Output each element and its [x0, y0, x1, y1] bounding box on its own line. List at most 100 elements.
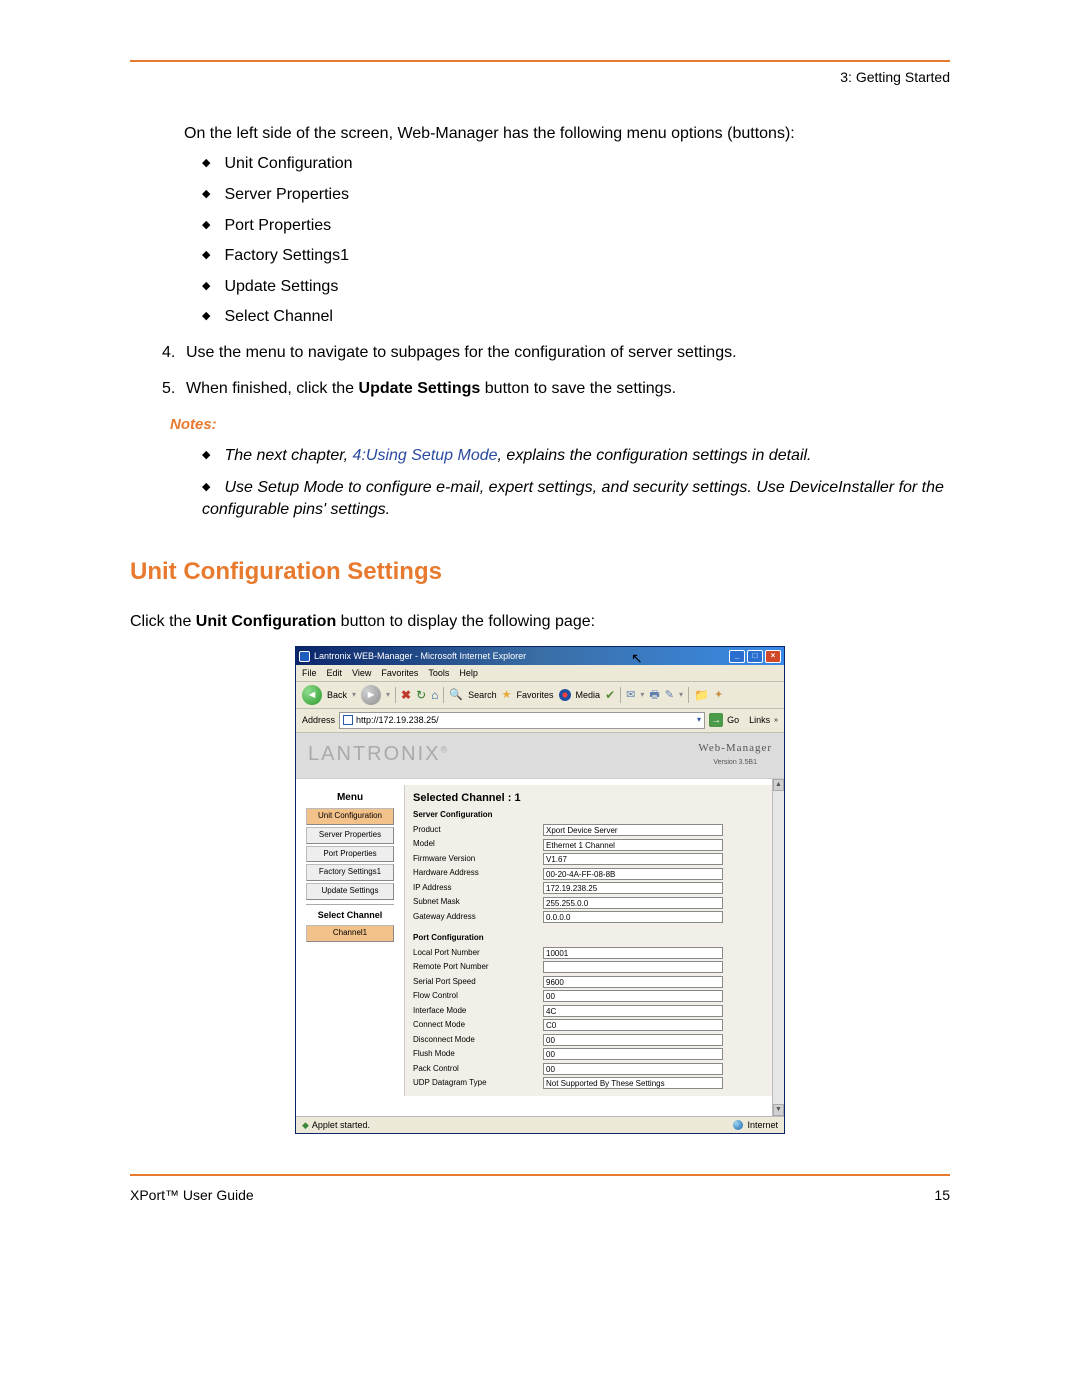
- field-value[interactable]: 9600: [543, 976, 723, 988]
- field-value[interactable]: [543, 961, 723, 973]
- field-row: Firmware VersionV1.67: [413, 853, 770, 865]
- scroll-down-button[interactable]: ▼: [773, 1104, 784, 1116]
- menu-bullet-list: Unit Configuration Server Properties Por…: [130, 153, 950, 328]
- field-value[interactable]: 255.255.0.0: [543, 897, 723, 909]
- field-value[interactable]: 10001: [543, 947, 723, 959]
- field-value[interactable]: 00: [543, 990, 723, 1002]
- field-row: Flow Control00: [413, 990, 770, 1002]
- field-label: Serial Port Speed: [413, 977, 543, 988]
- links-label: Links: [749, 714, 770, 726]
- refresh-icon[interactable]: ↻: [416, 687, 426, 703]
- menu-help[interactable]: Help: [459, 667, 478, 679]
- field-value[interactable]: 4C: [543, 1005, 723, 1017]
- mail-icon[interactable]: ✉: [626, 688, 635, 703]
- note-item: Use Setup Mode to configure e-mail, expe…: [202, 477, 950, 520]
- port-config-title: Port Configuration: [413, 933, 770, 944]
- field-label: Model: [413, 839, 543, 850]
- media-icon[interactable]: [559, 689, 571, 701]
- address-label: Address: [302, 714, 335, 726]
- history-icon[interactable]: ✔: [605, 687, 615, 703]
- field-value[interactable]: 00: [543, 1063, 723, 1075]
- menu-file[interactable]: File: [302, 667, 317, 679]
- edit-icon[interactable]: ✎: [665, 688, 674, 703]
- field-row: Gateway Address0.0.0.0: [413, 911, 770, 923]
- bullet-item: Unit Configuration: [202, 153, 950, 175]
- menu-port-properties[interactable]: Port Properties: [306, 846, 394, 863]
- click-instruction: Click the Unit Configuration button to d…: [130, 611, 950, 633]
- menu-channel1[interactable]: Channel1: [306, 925, 394, 942]
- forward-button[interactable]: ►: [361, 685, 381, 705]
- field-value[interactable]: Ethernet 1 Channel: [543, 839, 723, 851]
- footer-page-number: 15: [934, 1186, 950, 1205]
- menu-server-properties[interactable]: Server Properties: [306, 827, 394, 844]
- close-button[interactable]: ×: [765, 650, 781, 663]
- note-item: The next chapter, 4:Using Setup Mode, ex…: [202, 445, 950, 467]
- search-icon[interactable]: 🔍: [449, 688, 463, 703]
- notes-heading: Notes:: [170, 415, 950, 435]
- home-icon[interactable]: ⌂: [431, 687, 438, 703]
- bullet-item: Update Settings: [202, 276, 950, 298]
- field-value[interactable]: Not Supported By These Settings: [543, 1077, 723, 1089]
- field-row: Subnet Mask255.255.0.0: [413, 897, 770, 909]
- menu-factory-settings[interactable]: Factory Settings1: [306, 864, 394, 881]
- field-row: Remote Port Number: [413, 961, 770, 973]
- folder-icon[interactable]: 📁: [694, 687, 709, 703]
- menu-unit-configuration[interactable]: Unit Configuration: [306, 808, 394, 825]
- field-label: Hardware Address: [413, 868, 543, 879]
- stop-icon[interactable]: ✖: [401, 687, 411, 703]
- field-value[interactable]: C0: [543, 1019, 723, 1031]
- selected-channel-heading: Selected Channel : 1: [413, 791, 770, 806]
- chapter-label: 3: Getting Started: [130, 68, 950, 87]
- field-value[interactable]: Xport Device Server: [543, 824, 723, 836]
- menu-view[interactable]: View: [352, 667, 371, 679]
- media-label: Media: [576, 689, 601, 701]
- bullet-item: Port Properties: [202, 215, 950, 237]
- ie-address-bar: Address http://172.19.238.25/ ▾ → Go Lin…: [296, 709, 784, 732]
- maximize-button[interactable]: □: [747, 650, 763, 663]
- field-label: Flow Control: [413, 991, 543, 1002]
- ie-title-text: Lantronix WEB-Manager - Microsoft Intern…: [314, 650, 727, 662]
- main-panel: Selected Channel : 1 Server Configuratio…: [404, 785, 778, 1096]
- field-label: Remote Port Number: [413, 962, 543, 973]
- discuss-icon[interactable]: ✦: [714, 688, 723, 703]
- browser-content: LANTRONIX® Web-Manager Version 3.5B1 Men…: [296, 733, 784, 1116]
- field-value[interactable]: 00: [543, 1034, 723, 1046]
- field-row: Hardware Address00-20-4A-FF-08-8B: [413, 868, 770, 880]
- field-label: IP Address: [413, 883, 543, 894]
- field-label: Firmware Version: [413, 854, 543, 865]
- ie-window-screenshot: Lantronix WEB-Manager - Microsoft Intern…: [295, 646, 785, 1134]
- search-label: Search: [468, 689, 497, 701]
- field-value[interactable]: 00-20-4A-FF-08-8B: [543, 868, 723, 880]
- vertical-scrollbar[interactable]: ▲ ▼: [772, 779, 784, 1116]
- field-row: Local Port Number10001: [413, 947, 770, 959]
- back-label: Back: [327, 689, 347, 701]
- field-value[interactable]: V1.67: [543, 853, 723, 865]
- favorites-icon[interactable]: ★: [502, 688, 512, 703]
- field-row: Disconnect Mode00: [413, 1034, 770, 1046]
- web-manager-title: Web-Manager: [698, 741, 772, 756]
- go-button[interactable]: →: [709, 713, 723, 727]
- menu-tools[interactable]: Tools: [428, 667, 449, 679]
- internet-zone-icon: [733, 1120, 743, 1130]
- favorites-label: Favorites: [517, 689, 554, 701]
- field-row: Flush Mode00: [413, 1048, 770, 1060]
- field-row: Serial Port Speed9600: [413, 976, 770, 988]
- field-value[interactable]: 00: [543, 1048, 723, 1060]
- field-row: Interface Mode4C: [413, 1005, 770, 1017]
- back-button[interactable]: ◄: [302, 685, 322, 705]
- field-label: Flush Mode: [413, 1049, 543, 1060]
- minimize-button[interactable]: _: [729, 650, 745, 663]
- go-label: Go: [727, 714, 739, 726]
- server-config-title: Server Configuration: [413, 810, 770, 821]
- field-row: Connect ModeC0: [413, 1019, 770, 1031]
- field-label: Disconnect Mode: [413, 1035, 543, 1046]
- field-value[interactable]: 172.19.238.25: [543, 882, 723, 894]
- field-row: UDP Datagram TypeNot Supported By These …: [413, 1077, 770, 1089]
- menu-update-settings[interactable]: Update Settings: [306, 883, 394, 900]
- address-input[interactable]: http://172.19.238.25/ ▾: [339, 712, 705, 728]
- menu-edit[interactable]: Edit: [327, 667, 343, 679]
- print-icon[interactable]: 🖶: [649, 688, 659, 703]
- scroll-up-button[interactable]: ▲: [773, 779, 784, 791]
- menu-favorites[interactable]: Favorites: [381, 667, 418, 679]
- field-value[interactable]: 0.0.0.0: [543, 911, 723, 923]
